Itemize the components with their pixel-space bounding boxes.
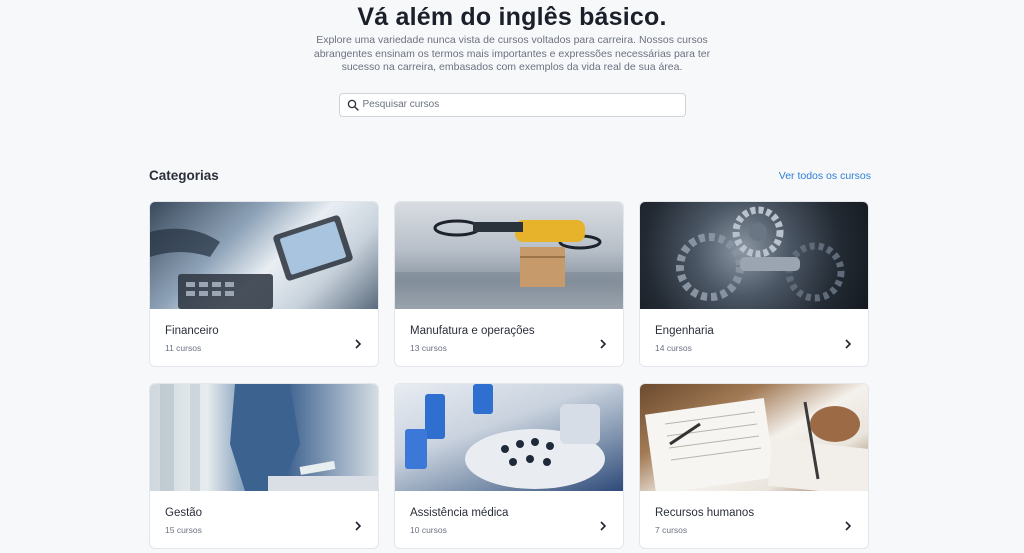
category-name: Recursos humanos xyxy=(655,507,755,519)
hero: Vá além do inglês básico. Explore uma va… xyxy=(0,0,1024,117)
chevron-right-icon xyxy=(355,339,362,349)
chevron-right-icon xyxy=(355,521,362,531)
category-name: Financeiro xyxy=(165,325,219,337)
category-card-engenharia[interactable]: Engenharia 14 cursos xyxy=(639,201,869,367)
search-box[interactable] xyxy=(338,92,686,117)
manufacturing-image xyxy=(395,202,623,309)
category-count: 10 cursos xyxy=(410,525,447,535)
engineering-image xyxy=(640,202,868,309)
chevron-right-icon xyxy=(600,521,607,531)
category-card-gestao[interactable]: Gestão 15 cursos xyxy=(149,383,379,549)
category-count: 11 cursos xyxy=(165,343,202,353)
category-name: Engenharia xyxy=(655,325,714,337)
chevron-right-icon xyxy=(845,339,852,349)
category-card-assistencia-medica[interactable]: Assistência médica 10 cursos xyxy=(394,383,624,549)
categories-title: Categorias xyxy=(149,168,219,183)
category-name: Assistência médica xyxy=(410,507,509,519)
page-title: Vá além do inglês básico. xyxy=(357,3,667,31)
category-card-manufatura[interactable]: Manufatura e operações 13 cursos xyxy=(394,201,624,367)
category-count: 13 cursos xyxy=(410,343,447,353)
management-image xyxy=(150,384,378,491)
category-name: Gestão xyxy=(165,507,203,519)
category-card-financeiro[interactable]: Financeiro 11 cursos xyxy=(149,201,379,367)
categories-header: Categorias Ver todos os cursos xyxy=(149,168,871,183)
category-grid: Financeiro 11 cursos Manufatura e operaç… xyxy=(149,201,869,549)
view-all-courses-link[interactable]: Ver todos os cursos xyxy=(779,170,871,182)
chevron-right-icon xyxy=(845,521,852,531)
category-card-recursos-humanos[interactable]: Recursos humanos 7 cursos xyxy=(639,383,869,549)
human-resources-image xyxy=(640,384,868,491)
category-count: 15 cursos xyxy=(165,525,202,535)
healthcare-image xyxy=(395,384,623,491)
search-icon xyxy=(347,99,359,111)
chevron-right-icon xyxy=(600,339,607,349)
category-name: Manufatura e operações xyxy=(410,325,535,337)
page-description: Explore uma variedade nunca vista de cur… xyxy=(313,34,711,73)
finance-image xyxy=(150,202,378,309)
category-count: 7 cursos xyxy=(655,525,688,535)
category-count: 14 cursos xyxy=(655,343,692,353)
search-input[interactable] xyxy=(362,99,663,110)
